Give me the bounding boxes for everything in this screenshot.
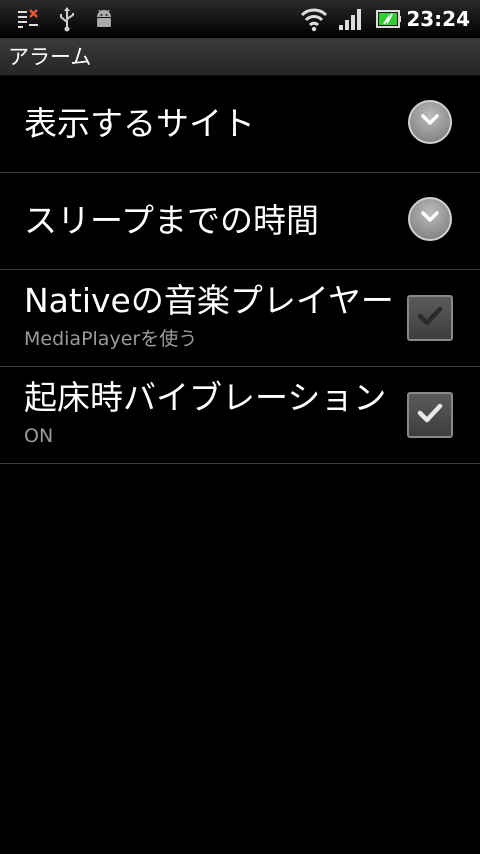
preference-summary: MediaPlayerを使う xyxy=(24,328,198,350)
preference-title: 起床時バイブレーション xyxy=(24,378,387,417)
battery-icon xyxy=(376,6,402,32)
usb-icon xyxy=(56,6,78,32)
dropdown-button[interactable] xyxy=(408,197,452,241)
preference-display-site[interactable]: 表示するサイト xyxy=(0,76,480,173)
wifi-icon xyxy=(300,6,328,32)
preference-title: 表示するサイト xyxy=(24,104,255,143)
notification-clear-icon xyxy=(16,6,40,32)
chevron-down-icon xyxy=(418,205,442,233)
preference-sleep-time[interactable]: スリープまでの時間 xyxy=(0,173,480,270)
checkbox-unchecked[interactable] xyxy=(407,295,453,341)
check-icon xyxy=(416,401,444,429)
preference-title: スリープまでの時間 xyxy=(24,201,320,240)
preference-summary: ON xyxy=(24,425,54,447)
preference-wake-vibration[interactable]: 起床時バイブレーション ON xyxy=(0,367,480,464)
clock: 23:24 xyxy=(406,7,470,31)
page-title: アラーム xyxy=(8,45,92,69)
status-bar: 23:24 xyxy=(0,0,480,39)
preference-list: 表示するサイト スリープまでの時間 Nativeの音楽プレイヤーを MediaP… xyxy=(0,76,480,464)
android-debug-icon xyxy=(92,6,116,32)
title-bar: アラーム xyxy=(0,39,480,76)
check-icon xyxy=(416,304,444,332)
preference-native-player[interactable]: Nativeの音楽プレイヤーを MediaPlayerを使う xyxy=(0,270,480,367)
signal-icon xyxy=(338,6,364,32)
dropdown-button[interactable] xyxy=(408,100,452,144)
preference-title: Nativeの音楽プレイヤーを xyxy=(24,281,392,320)
checkbox-checked[interactable] xyxy=(407,392,453,438)
chevron-down-icon xyxy=(418,108,442,136)
